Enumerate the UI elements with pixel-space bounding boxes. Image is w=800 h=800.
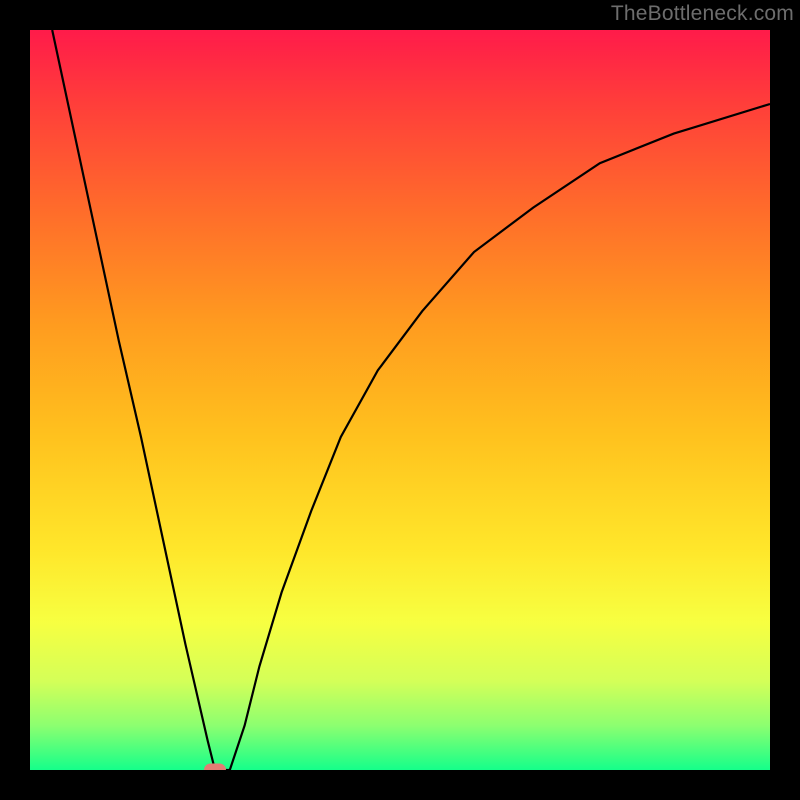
- plot-area: [30, 30, 770, 770]
- gradient-background: [30, 30, 770, 770]
- watermark-text: TheBottleneck.com: [611, 2, 794, 26]
- chart-svg: [30, 30, 770, 770]
- optimal-point-marker: [204, 764, 226, 771]
- chart-frame: TheBottleneck.com: [0, 0, 800, 800]
